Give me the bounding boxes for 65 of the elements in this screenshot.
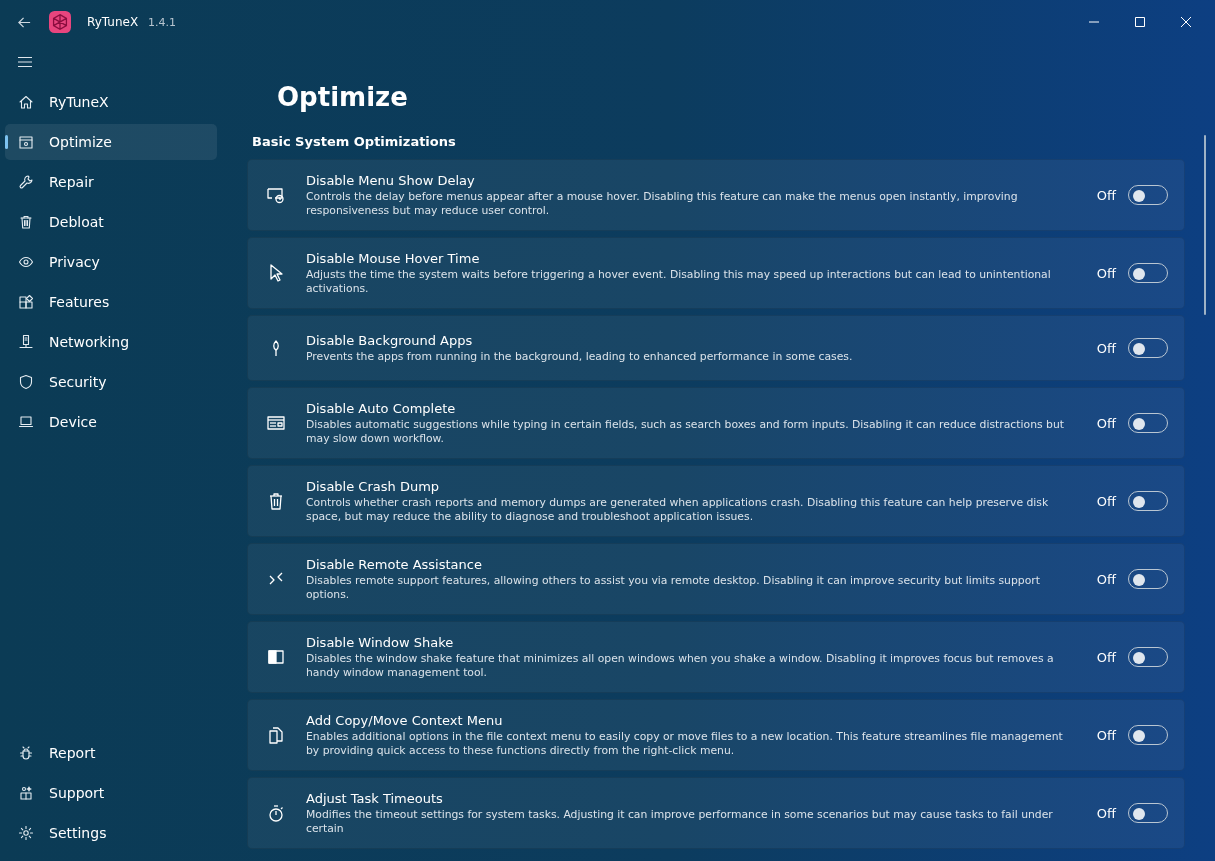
setting-title: Disable Auto Complete [306,400,457,417]
setting-description: Prevents the apps from running in the background, leading to enhanced performance in some cases. [306,350,854,364]
setting-description: Modifies the timeout settings for system tasks. Adjusting it can improve performance in some scenarios but may cause tasks to fail under certain [306,808,1054,836]
blocks-icon [18,294,34,310]
toggle-state-label: Off [1096,187,1116,203]
stopwatch-icon [266,803,286,823]
setting-title: Disable Remote Assistance [306,556,483,573]
setting-title: Disable Menu Show Delay [306,172,476,189]
nav-item[interactable]: Report [5,735,217,771]
setting-title: Add Copy/Move Context Menu [306,712,504,729]
toggle-state-label: Off [1096,493,1116,509]
setting-title: Adjust Task Timeouts [306,790,444,807]
nav-item[interactable]: Debloat [5,204,217,240]
nav-item[interactable]: Repair [5,164,217,200]
setting-description: Controls the delay before menus appear after a mouse hover. Disabling this feature can make the menus open instantly, improving responsiveness but may reduce user control. [306,190,1019,218]
wrench-icon [18,174,34,190]
server-icon [18,334,34,350]
setting-description: Disables remote support features, allowing others to assist you via remote desktop. Disabling it can improve security but limits support options. [306,574,1041,602]
nav-item[interactable]: Support [5,775,217,811]
toggle-state-label: Off [1096,571,1116,587]
scrollbar-thumb[interactable] [1204,135,1206,315]
toggle-state-label: Off [1096,805,1116,821]
toggle-state-label: Off [1096,415,1116,431]
nav-item[interactable]: Networking [5,324,217,360]
gift-sparkle-icon [18,785,34,801]
setting-title: Disable Background Apps [306,332,474,349]
section-heading: Basic System Optimizations [252,134,457,149]
nav-item[interactable]: Features [5,284,217,320]
form-icon [266,413,286,433]
nav-item[interactable]: Optimize [5,124,217,160]
window-half-icon [266,647,286,667]
page-title: Optimize [277,81,409,113]
eye-icon [18,254,34,270]
gear-window-icon [18,134,34,150]
copy-icon [266,725,286,745]
settings-icon [18,825,34,841]
close-icon [1181,17,1191,27]
nav-item[interactable]: Security [5,364,217,400]
toggle-state-label: Off [1096,340,1116,356]
app-name: RyTuneX [87,15,139,29]
setting-description: Controls whether crash reports and memory dumps are generated when applications crash. Disabling this feature can help preserve disk space, but may reduce the ability to diagnose and troubleshoot application issues. [306,496,1050,524]
setting-description: Adjusts the time the system waits before triggering a hover event. Disabling this may speed up interactions but can lead to unintentional activations. [306,268,1052,296]
setting-title: Disable Crash Dump [306,478,441,495]
app-version: 1.4.1 [148,15,177,29]
nav-item[interactable]: Settings [5,815,217,851]
toggle-state-label: Off [1096,265,1116,281]
home-icon [18,94,34,110]
laptop-icon [18,414,34,430]
menu-icon[interactable] [17,54,33,70]
setting-description: Disables automatic suggestions while typing in certain fields, such as search boxes and form inputs. Disabling it can reduce distractions but may slow down workflow. [306,418,1065,446]
bug-icon [18,745,34,761]
nav-item[interactable]: Privacy [5,244,217,280]
setting-title: Disable Mouse Hover Time [306,250,481,267]
nav-item[interactable]: RyTuneX [5,84,217,120]
toggle-state-label: Off [1096,727,1116,743]
setting-description: Enables additional options in the file context menu to easily copy or move files to a new location. This feature streamlines file management by providing quick access to these functions directly from the right-click menu. [306,730,1064,758]
shield-icon [18,374,34,390]
maximize-icon [1135,17,1145,27]
toggle-state-label: Off [1096,649,1116,665]
trash-icon [18,214,34,230]
setting-description: Disables the window shake feature that minimizes all open windows when you shake a window. Disabling it improves focus but removes a handy window management tool. [306,652,1055,680]
app-logo-icon [49,11,71,33]
setting-title: Disable Window Shake [306,634,455,651]
monitor-clock-icon [266,185,286,205]
nav-item[interactable]: Device [5,404,217,440]
